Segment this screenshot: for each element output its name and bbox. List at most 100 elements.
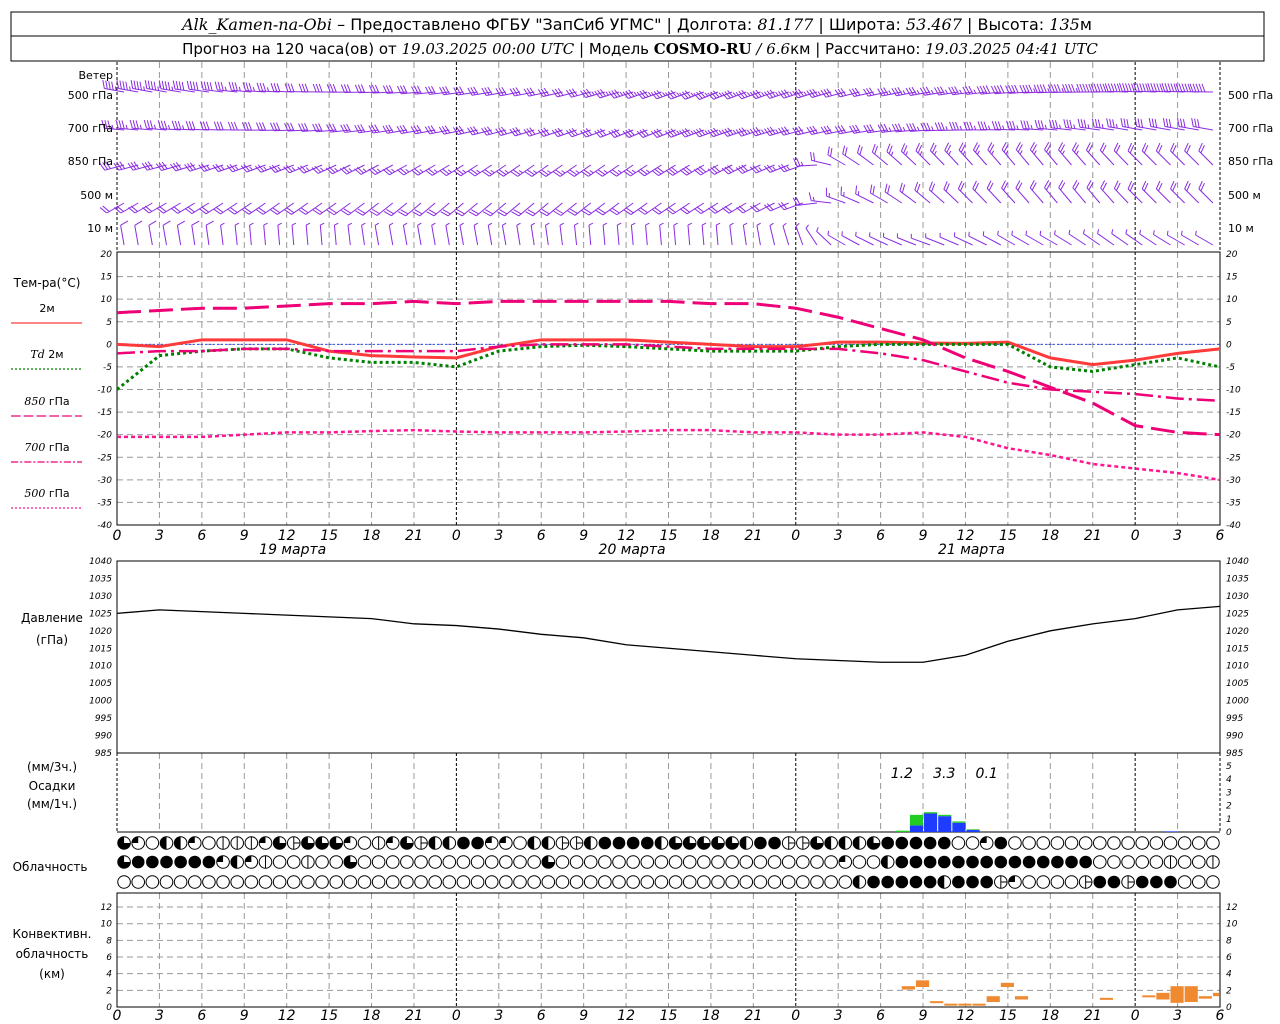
wind-barb-half-feather bbox=[982, 231, 985, 236]
wind-level-label-right: 850 гПа bbox=[1228, 155, 1273, 168]
wind-barb-half-feather bbox=[1111, 229, 1114, 234]
wind-barb-staff bbox=[816, 230, 832, 246]
cloud-symbol bbox=[159, 836, 174, 850]
cloud-fill bbox=[895, 875, 909, 889]
x-tick-label-bottom: 3 bbox=[494, 1008, 503, 1024]
wind-barb bbox=[134, 220, 143, 246]
wind-barb-feather bbox=[312, 83, 317, 93]
cloud-circle bbox=[767, 875, 782, 889]
day-label: 20 марта bbox=[599, 542, 666, 558]
wind-barb-feather bbox=[1099, 83, 1104, 93]
wind-barb-half-feather bbox=[459, 222, 464, 226]
precip-bar-rain bbox=[938, 816, 952, 832]
cloud-symbol bbox=[173, 836, 188, 850]
cloud-circle bbox=[796, 855, 810, 869]
cloud-circle bbox=[1064, 875, 1079, 889]
wind-barb bbox=[742, 222, 748, 246]
wind-barb-staff bbox=[573, 225, 578, 246]
wind-barb bbox=[722, 202, 747, 214]
cloud-symbol bbox=[555, 855, 570, 869]
wind-barb-half-feather bbox=[417, 222, 422, 226]
temp-tick-left: 0 bbox=[106, 340, 112, 350]
wind-barb-half-feather bbox=[476, 169, 481, 174]
cloud-symbol bbox=[980, 855, 993, 869]
wind-barb-feather bbox=[915, 142, 920, 152]
cloud-circle bbox=[697, 875, 711, 889]
cloud-circle bbox=[1050, 836, 1065, 850]
temp-tick-right: -5 bbox=[1226, 363, 1235, 373]
wind-barb-half-feather bbox=[617, 222, 622, 226]
cloud-symbol bbox=[739, 836, 754, 850]
pressure-tick-right: 985 bbox=[1226, 749, 1243, 759]
wind-barb-half-feather bbox=[841, 231, 843, 236]
wind-barb-staff bbox=[1054, 234, 1072, 246]
cloud-symbol bbox=[711, 875, 725, 889]
wind-barb bbox=[326, 202, 351, 216]
wind-barb-half-feather bbox=[944, 89, 948, 94]
cloud-fill bbox=[881, 836, 894, 850]
pressure-tick-left: 1035 bbox=[89, 574, 112, 584]
wind-barb-feather bbox=[144, 80, 148, 89]
day-label: 19 марта bbox=[259, 542, 326, 558]
wind-barb bbox=[925, 233, 945, 246]
cloud-circle bbox=[753, 855, 768, 869]
cloud-symbol bbox=[824, 836, 838, 850]
cloud-symbol bbox=[909, 855, 923, 869]
wind-barb-staff bbox=[742, 225, 747, 246]
wind-barb bbox=[863, 124, 888, 134]
wind-barb bbox=[170, 202, 196, 214]
wind-barb bbox=[311, 164, 337, 174]
x-tick-label-bottom: 9 bbox=[919, 1008, 928, 1024]
wind-barb-half-feather bbox=[462, 169, 467, 173]
x-tick-label-bottom: 6 bbox=[1216, 1008, 1225, 1024]
wind-barb-staff bbox=[388, 225, 394, 246]
wind-barb-half-feather bbox=[945, 126, 948, 131]
wind-barb-feather bbox=[1039, 84, 1044, 93]
cloud-circle bbox=[145, 836, 160, 850]
cloud-fill bbox=[1093, 875, 1107, 889]
wind-barb bbox=[440, 202, 464, 217]
wind-barb-feather bbox=[1195, 83, 1200, 93]
wind-barb-feather bbox=[164, 81, 168, 90]
cloud-symbol bbox=[555, 875, 570, 889]
wind-barb-feather bbox=[928, 181, 933, 190]
wind-barb-feather bbox=[1141, 180, 1147, 190]
pressure-tick-right: 1035 bbox=[1226, 574, 1249, 584]
wind-barb bbox=[1155, 142, 1171, 166]
wind-barb-staff bbox=[1153, 234, 1171, 246]
cloud-symbol bbox=[640, 836, 654, 850]
cloud-circle bbox=[555, 855, 570, 869]
wind-barb bbox=[1015, 180, 1030, 204]
wind-barb-feather bbox=[315, 83, 320, 93]
cloud-circle bbox=[357, 836, 372, 850]
x-tick-label-bottom: 12 bbox=[957, 1008, 975, 1024]
temp-tick-left: -25 bbox=[97, 453, 112, 463]
cloud-symbol bbox=[1050, 875, 1065, 889]
cloud-symbol bbox=[216, 855, 230, 869]
cloud-circle bbox=[739, 875, 754, 889]
wind-barb-feather bbox=[1014, 84, 1019, 93]
wind-barb-half-feather bbox=[1087, 124, 1090, 129]
wind-barb-staff bbox=[361, 225, 365, 246]
wind-barb-feather bbox=[1167, 83, 1172, 92]
x-tick-label-bottom: 6 bbox=[197, 1008, 206, 1024]
cloud-symbol bbox=[1022, 875, 1036, 889]
wind-barb-half-feather bbox=[716, 222, 721, 226]
wind-barb bbox=[341, 202, 365, 216]
cloud-symbol bbox=[810, 855, 824, 869]
wind-barb-feather bbox=[147, 80, 151, 90]
cloud-circle bbox=[216, 875, 230, 889]
cloud-symbol bbox=[937, 875, 952, 889]
cloud-circle bbox=[1163, 836, 1178, 850]
wind-barb bbox=[595, 164, 620, 177]
cloud-circle bbox=[272, 875, 287, 889]
wind-barb bbox=[445, 222, 450, 246]
wind-barb-half-feather bbox=[1082, 229, 1085, 234]
wind-barb-feather bbox=[1128, 83, 1132, 92]
wind-barb bbox=[277, 222, 282, 246]
conv-cloud-bar bbox=[1000, 982, 1014, 988]
wind-barb-staff bbox=[811, 200, 832, 204]
precip-total-label: 0.1 bbox=[976, 766, 998, 782]
wind-barb-feather bbox=[844, 147, 848, 156]
wind-barb-feather bbox=[1126, 119, 1129, 128]
